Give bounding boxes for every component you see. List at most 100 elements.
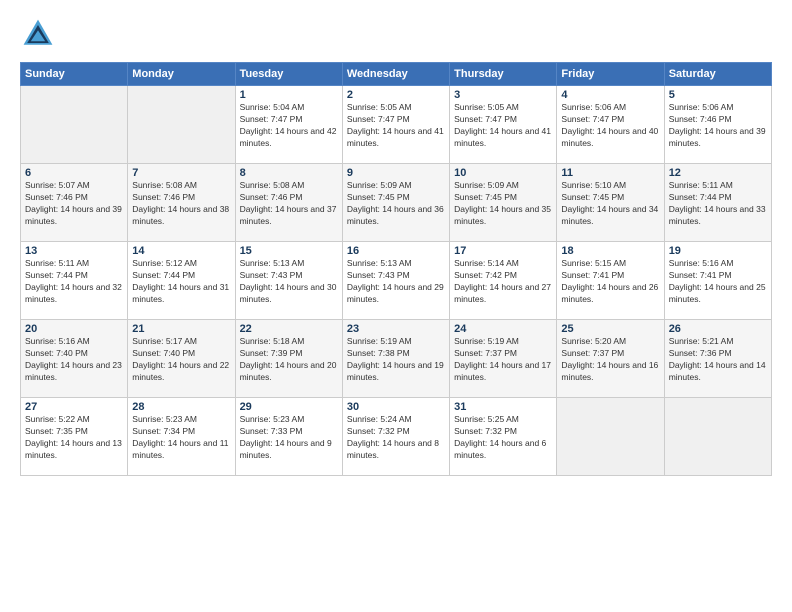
header [20, 16, 772, 52]
day-info: Sunrise: 5:14 AM Sunset: 7:42 PM Dayligh… [454, 258, 552, 306]
day-number: 11 [561, 167, 659, 179]
calendar-cell [128, 86, 235, 164]
calendar-cell: 19Sunrise: 5:16 AM Sunset: 7:41 PM Dayli… [664, 242, 771, 320]
calendar-cell: 27Sunrise: 5:22 AM Sunset: 7:35 PM Dayli… [21, 398, 128, 476]
calendar-table: SundayMondayTuesdayWednesdayThursdayFrid… [20, 62, 772, 476]
day-info: Sunrise: 5:24 AM Sunset: 7:32 PM Dayligh… [347, 414, 445, 462]
day-number: 14 [132, 245, 230, 257]
calendar-cell: 5Sunrise: 5:06 AM Sunset: 7:46 PM Daylig… [664, 86, 771, 164]
day-info: Sunrise: 5:11 AM Sunset: 7:44 PM Dayligh… [669, 180, 767, 228]
logo-icon [20, 16, 56, 52]
calendar-cell: 23Sunrise: 5:19 AM Sunset: 7:38 PM Dayli… [342, 320, 449, 398]
day-number: 17 [454, 245, 552, 257]
day-info: Sunrise: 5:13 AM Sunset: 7:43 PM Dayligh… [347, 258, 445, 306]
day-info: Sunrise: 5:06 AM Sunset: 7:47 PM Dayligh… [561, 102, 659, 150]
calendar-cell: 15Sunrise: 5:13 AM Sunset: 7:43 PM Dayli… [235, 242, 342, 320]
day-number: 18 [561, 245, 659, 257]
weekday-header: Tuesday [235, 63, 342, 86]
day-number: 9 [347, 167, 445, 179]
day-info: Sunrise: 5:22 AM Sunset: 7:35 PM Dayligh… [25, 414, 123, 462]
day-number: 13 [25, 245, 123, 257]
day-info: Sunrise: 5:09 AM Sunset: 7:45 PM Dayligh… [454, 180, 552, 228]
day-number: 7 [132, 167, 230, 179]
day-number: 24 [454, 323, 552, 335]
day-number: 26 [669, 323, 767, 335]
day-info: Sunrise: 5:19 AM Sunset: 7:38 PM Dayligh… [347, 336, 445, 384]
calendar-cell: 30Sunrise: 5:24 AM Sunset: 7:32 PM Dayli… [342, 398, 449, 476]
day-info: Sunrise: 5:15 AM Sunset: 7:41 PM Dayligh… [561, 258, 659, 306]
day-number: 16 [347, 245, 445, 257]
logo [20, 16, 62, 52]
calendar-cell: 7Sunrise: 5:08 AM Sunset: 7:46 PM Daylig… [128, 164, 235, 242]
calendar-cell: 26Sunrise: 5:21 AM Sunset: 7:36 PM Dayli… [664, 320, 771, 398]
day-number: 19 [669, 245, 767, 257]
day-number: 6 [25, 167, 123, 179]
day-number: 10 [454, 167, 552, 179]
day-number: 1 [240, 89, 338, 101]
weekday-header: Monday [128, 63, 235, 86]
weekday-header: Friday [557, 63, 664, 86]
calendar-cell [557, 398, 664, 476]
calendar-cell: 20Sunrise: 5:16 AM Sunset: 7:40 PM Dayli… [21, 320, 128, 398]
calendar-week-row: 27Sunrise: 5:22 AM Sunset: 7:35 PM Dayli… [21, 398, 772, 476]
day-info: Sunrise: 5:16 AM Sunset: 7:40 PM Dayligh… [25, 336, 123, 384]
calendar-cell: 31Sunrise: 5:25 AM Sunset: 7:32 PM Dayli… [450, 398, 557, 476]
day-number: 28 [132, 401, 230, 413]
weekday-header: Sunday [21, 63, 128, 86]
weekday-header: Saturday [664, 63, 771, 86]
day-info: Sunrise: 5:17 AM Sunset: 7:40 PM Dayligh… [132, 336, 230, 384]
page: SundayMondayTuesdayWednesdayThursdayFrid… [0, 0, 792, 612]
day-info: Sunrise: 5:05 AM Sunset: 7:47 PM Dayligh… [454, 102, 552, 150]
weekday-header: Thursday [450, 63, 557, 86]
calendar-cell: 17Sunrise: 5:14 AM Sunset: 7:42 PM Dayli… [450, 242, 557, 320]
calendar-cell: 28Sunrise: 5:23 AM Sunset: 7:34 PM Dayli… [128, 398, 235, 476]
calendar-cell: 14Sunrise: 5:12 AM Sunset: 7:44 PM Dayli… [128, 242, 235, 320]
day-number: 3 [454, 89, 552, 101]
calendar-cell: 22Sunrise: 5:18 AM Sunset: 7:39 PM Dayli… [235, 320, 342, 398]
day-number: 22 [240, 323, 338, 335]
day-info: Sunrise: 5:07 AM Sunset: 7:46 PM Dayligh… [25, 180, 123, 228]
day-number: 4 [561, 89, 659, 101]
weekday-row: SundayMondayTuesdayWednesdayThursdayFrid… [21, 63, 772, 86]
day-info: Sunrise: 5:08 AM Sunset: 7:46 PM Dayligh… [132, 180, 230, 228]
day-number: 5 [669, 89, 767, 101]
day-info: Sunrise: 5:10 AM Sunset: 7:45 PM Dayligh… [561, 180, 659, 228]
calendar-cell: 4Sunrise: 5:06 AM Sunset: 7:47 PM Daylig… [557, 86, 664, 164]
day-info: Sunrise: 5:23 AM Sunset: 7:34 PM Dayligh… [132, 414, 230, 462]
day-info: Sunrise: 5:05 AM Sunset: 7:47 PM Dayligh… [347, 102, 445, 150]
day-info: Sunrise: 5:11 AM Sunset: 7:44 PM Dayligh… [25, 258, 123, 306]
calendar-cell: 11Sunrise: 5:10 AM Sunset: 7:45 PM Dayli… [557, 164, 664, 242]
day-info: Sunrise: 5:25 AM Sunset: 7:32 PM Dayligh… [454, 414, 552, 462]
day-number: 8 [240, 167, 338, 179]
calendar-body: 1Sunrise: 5:04 AM Sunset: 7:47 PM Daylig… [21, 86, 772, 476]
day-info: Sunrise: 5:12 AM Sunset: 7:44 PM Dayligh… [132, 258, 230, 306]
day-number: 31 [454, 401, 552, 413]
calendar-cell: 12Sunrise: 5:11 AM Sunset: 7:44 PM Dayli… [664, 164, 771, 242]
day-info: Sunrise: 5:06 AM Sunset: 7:46 PM Dayligh… [669, 102, 767, 150]
calendar-cell: 9Sunrise: 5:09 AM Sunset: 7:45 PM Daylig… [342, 164, 449, 242]
calendar-cell: 2Sunrise: 5:05 AM Sunset: 7:47 PM Daylig… [342, 86, 449, 164]
day-number: 27 [25, 401, 123, 413]
calendar-cell [21, 86, 128, 164]
calendar-week-row: 1Sunrise: 5:04 AM Sunset: 7:47 PM Daylig… [21, 86, 772, 164]
calendar-cell [664, 398, 771, 476]
calendar-week-row: 13Sunrise: 5:11 AM Sunset: 7:44 PM Dayli… [21, 242, 772, 320]
day-info: Sunrise: 5:21 AM Sunset: 7:36 PM Dayligh… [669, 336, 767, 384]
calendar-cell: 13Sunrise: 5:11 AM Sunset: 7:44 PM Dayli… [21, 242, 128, 320]
day-number: 2 [347, 89, 445, 101]
day-info: Sunrise: 5:04 AM Sunset: 7:47 PM Dayligh… [240, 102, 338, 150]
weekday-header: Wednesday [342, 63, 449, 86]
day-number: 20 [25, 323, 123, 335]
day-info: Sunrise: 5:19 AM Sunset: 7:37 PM Dayligh… [454, 336, 552, 384]
calendar-cell: 1Sunrise: 5:04 AM Sunset: 7:47 PM Daylig… [235, 86, 342, 164]
calendar-week-row: 20Sunrise: 5:16 AM Sunset: 7:40 PM Dayli… [21, 320, 772, 398]
day-number: 21 [132, 323, 230, 335]
calendar-cell: 10Sunrise: 5:09 AM Sunset: 7:45 PM Dayli… [450, 164, 557, 242]
calendar-cell: 6Sunrise: 5:07 AM Sunset: 7:46 PM Daylig… [21, 164, 128, 242]
calendar-week-row: 6Sunrise: 5:07 AM Sunset: 7:46 PM Daylig… [21, 164, 772, 242]
calendar-cell: 8Sunrise: 5:08 AM Sunset: 7:46 PM Daylig… [235, 164, 342, 242]
day-info: Sunrise: 5:20 AM Sunset: 7:37 PM Dayligh… [561, 336, 659, 384]
day-info: Sunrise: 5:13 AM Sunset: 7:43 PM Dayligh… [240, 258, 338, 306]
day-number: 29 [240, 401, 338, 413]
calendar-cell: 29Sunrise: 5:23 AM Sunset: 7:33 PM Dayli… [235, 398, 342, 476]
